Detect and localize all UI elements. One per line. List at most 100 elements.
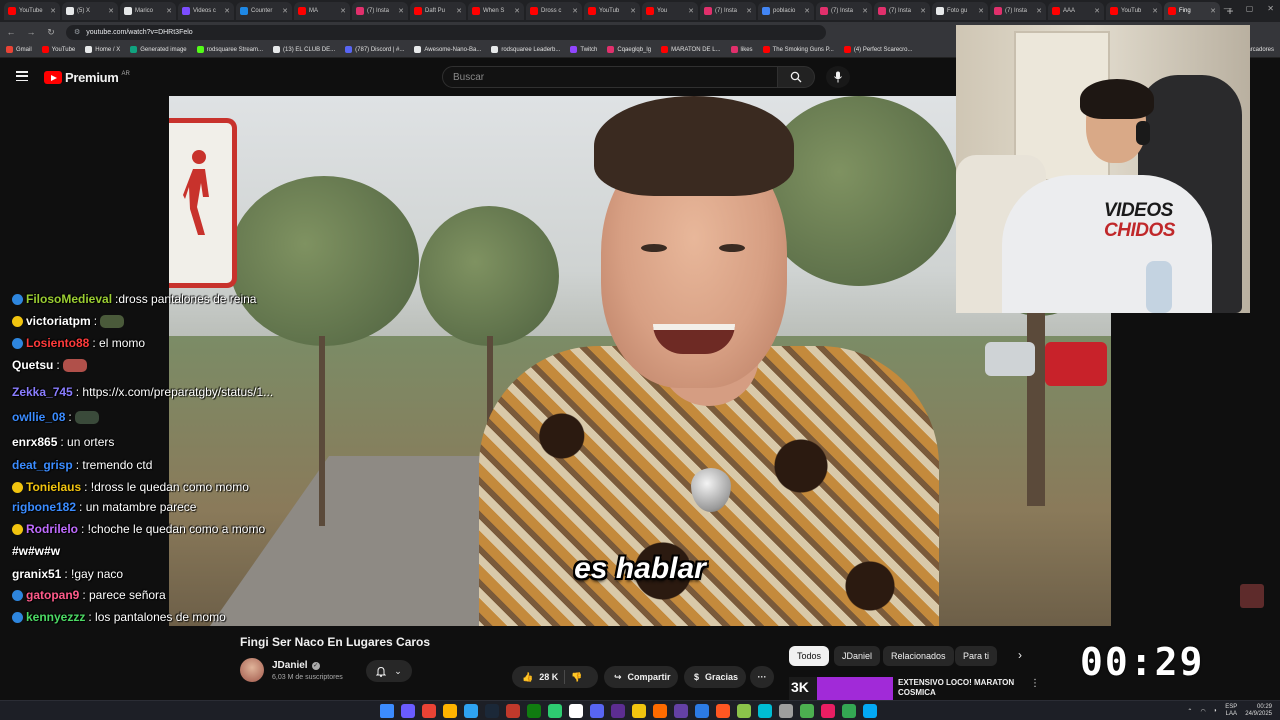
browser-tab[interactable]: YouTube ✕ bbox=[4, 2, 60, 20]
taskbar-app-icon[interactable] bbox=[485, 704, 499, 718]
taskbar-app-icon[interactable] bbox=[863, 704, 877, 718]
chevron-right-icon[interactable]: › bbox=[1018, 648, 1022, 662]
taskbar-app-icon[interactable] bbox=[842, 704, 856, 718]
browser-tab[interactable]: (7) Insta ✕ bbox=[874, 2, 930, 20]
bookmark-item[interactable]: Gmail bbox=[6, 46, 32, 53]
more-actions-button[interactable]: ··· bbox=[750, 666, 774, 688]
tab-close-icon[interactable]: ✕ bbox=[224, 7, 230, 15]
taskbar-app-icon[interactable] bbox=[443, 704, 457, 718]
like-count[interactable]: 28 K bbox=[539, 672, 558, 682]
browser-tab[interactable]: You ✕ bbox=[642, 2, 698, 20]
browser-tab[interactable]: YouTub ✕ bbox=[584, 2, 640, 20]
menu-icon[interactable] bbox=[16, 71, 28, 81]
taskbar-app-icon[interactable] bbox=[548, 704, 562, 718]
filter-chip[interactable]: Relacionados bbox=[883, 646, 954, 666]
channel-name[interactable]: JDaniel ✓ bbox=[272, 660, 320, 671]
recommended-thumbnail[interactable]: 3K bbox=[789, 677, 893, 700]
wifi-icon[interactable]: ◠ bbox=[1200, 708, 1205, 715]
tab-close-icon[interactable]: ✕ bbox=[920, 7, 926, 15]
taskbar-app-icon[interactable] bbox=[821, 704, 835, 718]
bookmark-item[interactable]: (787) Discord | #... bbox=[345, 46, 404, 53]
taskbar-app-icon[interactable] bbox=[569, 704, 583, 718]
channel-avatar[interactable] bbox=[240, 658, 264, 682]
tab-close-icon[interactable]: ✕ bbox=[398, 7, 404, 15]
browser-tab[interactable]: (7) Insta ✕ bbox=[816, 2, 872, 20]
bookmark-item[interactable]: Awesome-Nano-Ba... bbox=[414, 46, 481, 53]
taskbar-app-icon[interactable] bbox=[779, 704, 793, 718]
tab-close-icon[interactable]: ✕ bbox=[978, 7, 984, 15]
browser-tab[interactable]: Videos c ✕ bbox=[178, 2, 234, 20]
tab-close-icon[interactable]: ✕ bbox=[282, 7, 288, 15]
thumbs-down-icon[interactable]: 👎 bbox=[571, 672, 582, 683]
taskbar-app-icon[interactable] bbox=[611, 704, 625, 718]
bookmark-item[interactable]: (4) Perfect Scarecro... bbox=[843, 46, 913, 53]
thumbs-up-icon[interactable]: 👍 bbox=[522, 672, 533, 683]
taskbar-app-icon[interactable] bbox=[506, 704, 520, 718]
tab-close-icon[interactable]: ✕ bbox=[746, 7, 752, 15]
bookmark-item[interactable]: MARATON DE L... bbox=[661, 46, 721, 53]
search-input[interactable]: Buscar bbox=[442, 66, 778, 88]
browser-tab[interactable]: Marico ✕ bbox=[120, 2, 176, 20]
site-info-icon[interactable]: ⚙ bbox=[74, 28, 80, 36]
filter-chip[interactable]: Para ti bbox=[955, 646, 998, 666]
tab-close-icon[interactable]: ✕ bbox=[862, 7, 868, 15]
taskbar-app-icon[interactable] bbox=[464, 704, 478, 718]
tab-close-icon[interactable]: ✕ bbox=[804, 7, 810, 15]
browser-tab[interactable]: AAA ✕ bbox=[1048, 2, 1104, 20]
tab-close-icon[interactable]: ✕ bbox=[108, 7, 114, 15]
start-icon[interactable] bbox=[380, 704, 394, 718]
browser-tab[interactable]: (7) Insta ✕ bbox=[700, 2, 756, 20]
taskbar-app-icon[interactable] bbox=[590, 704, 604, 718]
bookmark-item[interactable]: (13) EL CLUB DE... bbox=[273, 46, 335, 53]
taskbar-app-icon[interactable] bbox=[632, 704, 646, 718]
browser-tab[interactable]: Foto gu ✕ bbox=[932, 2, 988, 20]
reload-icon[interactable]: ↻ bbox=[46, 27, 56, 38]
tab-close-icon[interactable]: ✕ bbox=[1210, 7, 1216, 15]
bookmark-item[interactable]: The Smoking Guns P... bbox=[762, 46, 834, 53]
taskbar-app-icon[interactable] bbox=[800, 704, 814, 718]
taskbar-app-icon[interactable] bbox=[401, 704, 415, 718]
minimize-icon[interactable]: — bbox=[1224, 4, 1232, 13]
taskbar-app-icon[interactable] bbox=[695, 704, 709, 718]
browser-tab[interactable]: Dross c ✕ bbox=[526, 2, 582, 20]
tab-close-icon[interactable]: ✕ bbox=[50, 7, 56, 15]
browser-tab[interactable]: Daft Pu ✕ bbox=[410, 2, 466, 20]
browser-tab[interactable]: (7) Insta ✕ bbox=[352, 2, 408, 20]
taskbar-app-icon[interactable] bbox=[737, 704, 751, 718]
taskbar-app-icon[interactable] bbox=[527, 704, 541, 718]
close-window-icon[interactable]: ✕ bbox=[1267, 4, 1274, 13]
bookmark-item[interactable]: Home / X bbox=[85, 46, 120, 53]
voice-search-button[interactable] bbox=[826, 66, 850, 88]
taskbar-app-icon[interactable] bbox=[716, 704, 730, 718]
tab-close-icon[interactable]: ✕ bbox=[456, 7, 462, 15]
taskbar-app-icon[interactable] bbox=[758, 704, 772, 718]
recommended-title[interactable]: EXTENSIVO LOCO! MARATON COSMICA bbox=[898, 678, 1028, 698]
browser-tab[interactable]: (5) X ✕ bbox=[62, 2, 118, 20]
tab-close-icon[interactable]: ✕ bbox=[630, 7, 636, 15]
bookmark-item[interactable]: Generated image bbox=[130, 46, 187, 53]
tab-close-icon[interactable]: ✕ bbox=[1094, 7, 1100, 15]
browser-tab[interactable]: Fing ✕ bbox=[1164, 2, 1220, 20]
forward-icon[interactable]: → bbox=[26, 27, 36, 37]
tab-close-icon[interactable]: ✕ bbox=[514, 7, 520, 15]
back-icon[interactable]: ← bbox=[6, 27, 16, 37]
browser-tab[interactable]: Counter ✕ bbox=[236, 2, 292, 20]
browser-tab[interactable]: YouTub ✕ bbox=[1106, 2, 1162, 20]
tray-chevron-icon[interactable]: ⌃ bbox=[1187, 708, 1192, 715]
filter-chip[interactable]: JDaniel bbox=[834, 646, 881, 666]
bookmark-item[interactable]: rodsquaree Leaderb... bbox=[491, 46, 560, 53]
bookmarks-overflow[interactable]: arcadores bbox=[1247, 47, 1274, 53]
tab-close-icon[interactable]: ✕ bbox=[166, 7, 172, 15]
bookmark-item[interactable]: YouTube bbox=[41, 46, 75, 53]
taskbar-app-icon[interactable] bbox=[653, 704, 667, 718]
taskbar-app-icon[interactable] bbox=[674, 704, 688, 718]
url-field[interactable]: ⚙ youtube.com/watch?v=DHRt3Felo bbox=[66, 24, 826, 40]
language-indicator[interactable]: ESP LAA bbox=[1225, 704, 1237, 718]
search-button[interactable] bbox=[777, 66, 815, 88]
maximize-icon[interactable]: ▢ bbox=[1246, 4, 1254, 13]
tab-close-icon[interactable]: ✕ bbox=[572, 7, 578, 15]
bookmark-item[interactable]: likes bbox=[730, 46, 753, 53]
filter-chip[interactable]: Todos bbox=[789, 646, 830, 666]
tab-close-icon[interactable]: ✕ bbox=[1036, 7, 1042, 15]
bookmark-item[interactable]: Twitch bbox=[570, 46, 597, 53]
